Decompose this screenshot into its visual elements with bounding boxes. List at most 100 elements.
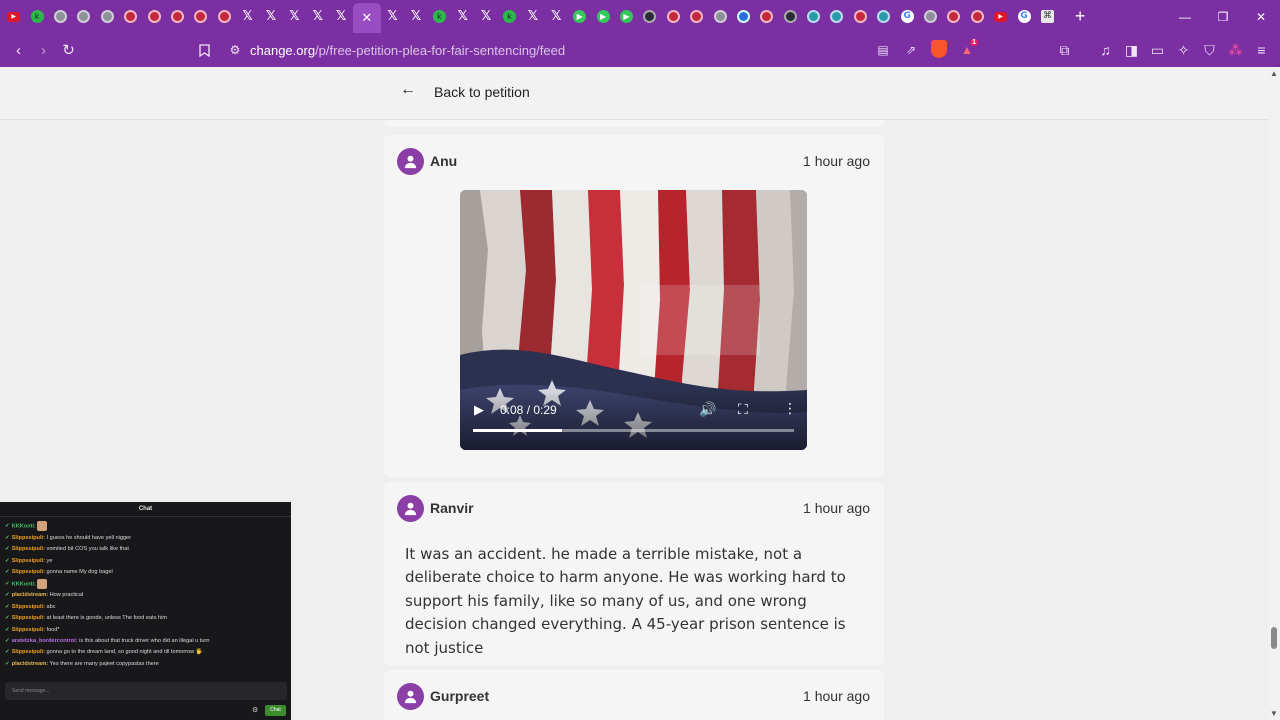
chat-username[interactable]: KKKonti: [12,581,36,587]
browser-tab[interactable]: ▶ [2,0,25,33]
browser-tab[interactable]: G [895,0,918,33]
browser-tab[interactable] [119,0,142,33]
browser-tab[interactable]: 𝕏 [329,0,352,33]
url-text[interactable]: change.org/p/free-petition-plea-for-fair… [250,43,565,58]
browser-tab[interactable] [72,0,95,33]
new-tab-button[interactable]: + [1065,6,1095,27]
extension-icon[interactable]: ⁂ [1223,37,1248,63]
more-options-icon[interactable]: ⋮ [783,400,797,417]
page-scrollbar[interactable]: ▲ ▼ [1268,67,1280,720]
minimize-icon[interactable]: — [1166,0,1204,33]
browser-tab[interactable]: ⌘ [1036,0,1059,33]
browser-tab[interactable]: 𝕏 [521,0,544,33]
scroll-up-icon[interactable]: ▲ [1270,69,1278,78]
chat-username[interactable]: Slippssipuli: [12,558,45,564]
brave-shields-icon[interactable] [928,39,950,61]
chat-username[interactable]: Slippssipuli: [12,627,45,633]
screenshot-icon[interactable]: ⧉ [1052,37,1077,63]
volume-icon[interactable]: 🔊 [699,401,716,418]
browser-tab[interactable] [966,0,989,33]
video-player[interactable]: ▶ 0:08 / 0:29 🔊 ⛶ ⋮ [460,190,807,450]
media-icon[interactable]: ♫ [1093,37,1118,63]
browser-tab[interactable] [825,0,848,33]
chat-username[interactable]: aratetzka_bordercontrol: [12,638,78,644]
leo-ai-icon[interactable]: ✧ [1171,37,1196,63]
brave-rewards-icon[interactable]: ▲ 1 [956,39,978,57]
chat-username[interactable]: Slippssipuli: [12,535,45,541]
chat-username[interactable]: Slippssipuli: [12,569,45,575]
browser-tab[interactable]: k [428,0,451,33]
browser-tab[interactable] [166,0,189,33]
browser-tab[interactable]: 𝕏 [283,0,306,33]
play-icon[interactable]: ▶ [474,402,484,418]
sidebar-icon[interactable]: ◨ [1119,37,1144,63]
browser-tab[interactable] [802,0,825,33]
wallet-icon[interactable]: ▭ [1145,37,1170,63]
browser-tab[interactable] [213,0,236,33]
browser-tab[interactable] [942,0,965,33]
site-settings-icon[interactable]: ⚙ [220,43,250,57]
browser-tab[interactable]: 𝕏 [545,0,568,33]
back-bar: ← Back to petition [0,67,1268,120]
browser-tab[interactable] [755,0,778,33]
reload-icon[interactable]: ↻ [56,37,81,63]
chat-username[interactable]: placidstream: [12,661,48,667]
browser-tab[interactable]: ✕ [352,3,381,33]
browser-tab[interactable]: ▶ [591,0,614,33]
browser-tab[interactable]: G [1012,0,1035,33]
browser-tab[interactable]: ▶ [568,0,591,33]
browser-tab[interactable]: 𝕏 [404,0,427,33]
chat-username[interactable]: Slippssipuli: [12,615,45,621]
browser-tab[interactable] [779,0,802,33]
browser-tab[interactable] [732,0,755,33]
reader-mode-icon[interactable]: ▤ [872,43,894,57]
chat-username[interactable]: KKKonti: [12,523,36,529]
user-icon [404,502,417,516]
video-progress-bar[interactable] [473,429,794,432]
chat-settings-icon[interactable]: ⚙ [252,706,258,714]
browser-tab[interactable] [96,0,119,33]
browser-tab[interactable]: 𝕏 [381,0,404,33]
browser-tab[interactable] [849,0,872,33]
chat-send-button[interactable]: Chat [265,705,286,716]
chat-username[interactable]: Slippssipuli: [12,546,45,552]
share-icon[interactable]: ⇗ [900,43,922,57]
browser-tab[interactable] [189,0,212,33]
scroll-thumb[interactable] [1271,627,1277,649]
menu-icon[interactable]: ≡ [1249,37,1274,63]
browser-tab[interactable]: 𝕏 [306,0,329,33]
window-close-icon[interactable]: ✕ [1242,0,1280,33]
bookmark-icon[interactable] [192,37,217,63]
browser-tab[interactable]: ▶ [989,0,1012,33]
chat-username[interactable]: Slippssipuli: [12,604,45,610]
browser-tab[interactable]: 𝕏 [236,0,259,33]
forward-nav-icon[interactable]: › [31,37,56,63]
browser-tab[interactable]: k [498,0,521,33]
browser-tab[interactable] [872,0,895,33]
x-icon: 𝕏 [242,10,253,23]
browser-tab[interactable] [685,0,708,33]
browser-tab[interactable]: 𝕏 [474,0,497,33]
back-to-petition-link[interactable]: Back to petition [434,84,530,100]
browser-tab[interactable] [638,0,661,33]
browser-tab[interactable] [919,0,942,33]
browser-tab[interactable]: 𝕏 [259,0,282,33]
browser-tab[interactable]: 𝕏 [451,0,474,33]
restore-icon[interactable]: ❐ [1204,0,1242,33]
browser-tab[interactable] [49,0,72,33]
back-nav-icon[interactable]: ‹ [6,37,31,63]
browser-tab[interactable] [662,0,685,33]
browser-tab[interactable] [708,0,731,33]
browser-tab[interactable] [142,0,165,33]
browser-tab[interactable]: ▶ [615,0,638,33]
back-arrow-icon[interactable]: ← [400,81,416,99]
fullscreen-icon[interactable]: ⛶ [738,401,748,418]
scroll-down-icon[interactable]: ▼ [1270,709,1278,718]
address-bar[interactable]: ⚙ change.org/p/free-petition-plea-for-fa… [220,37,984,63]
post-text: It was an accident. he made a terrible m… [405,545,846,657]
chat-username[interactable]: Slippssipuli: [12,649,45,655]
chat-username[interactable]: placidstream: [12,592,48,598]
vpn-icon[interactable]: ⛉ [1197,37,1222,63]
browser-tab[interactable]: k [25,0,48,33]
chat-input[interactable]: Send message... [5,682,287,700]
